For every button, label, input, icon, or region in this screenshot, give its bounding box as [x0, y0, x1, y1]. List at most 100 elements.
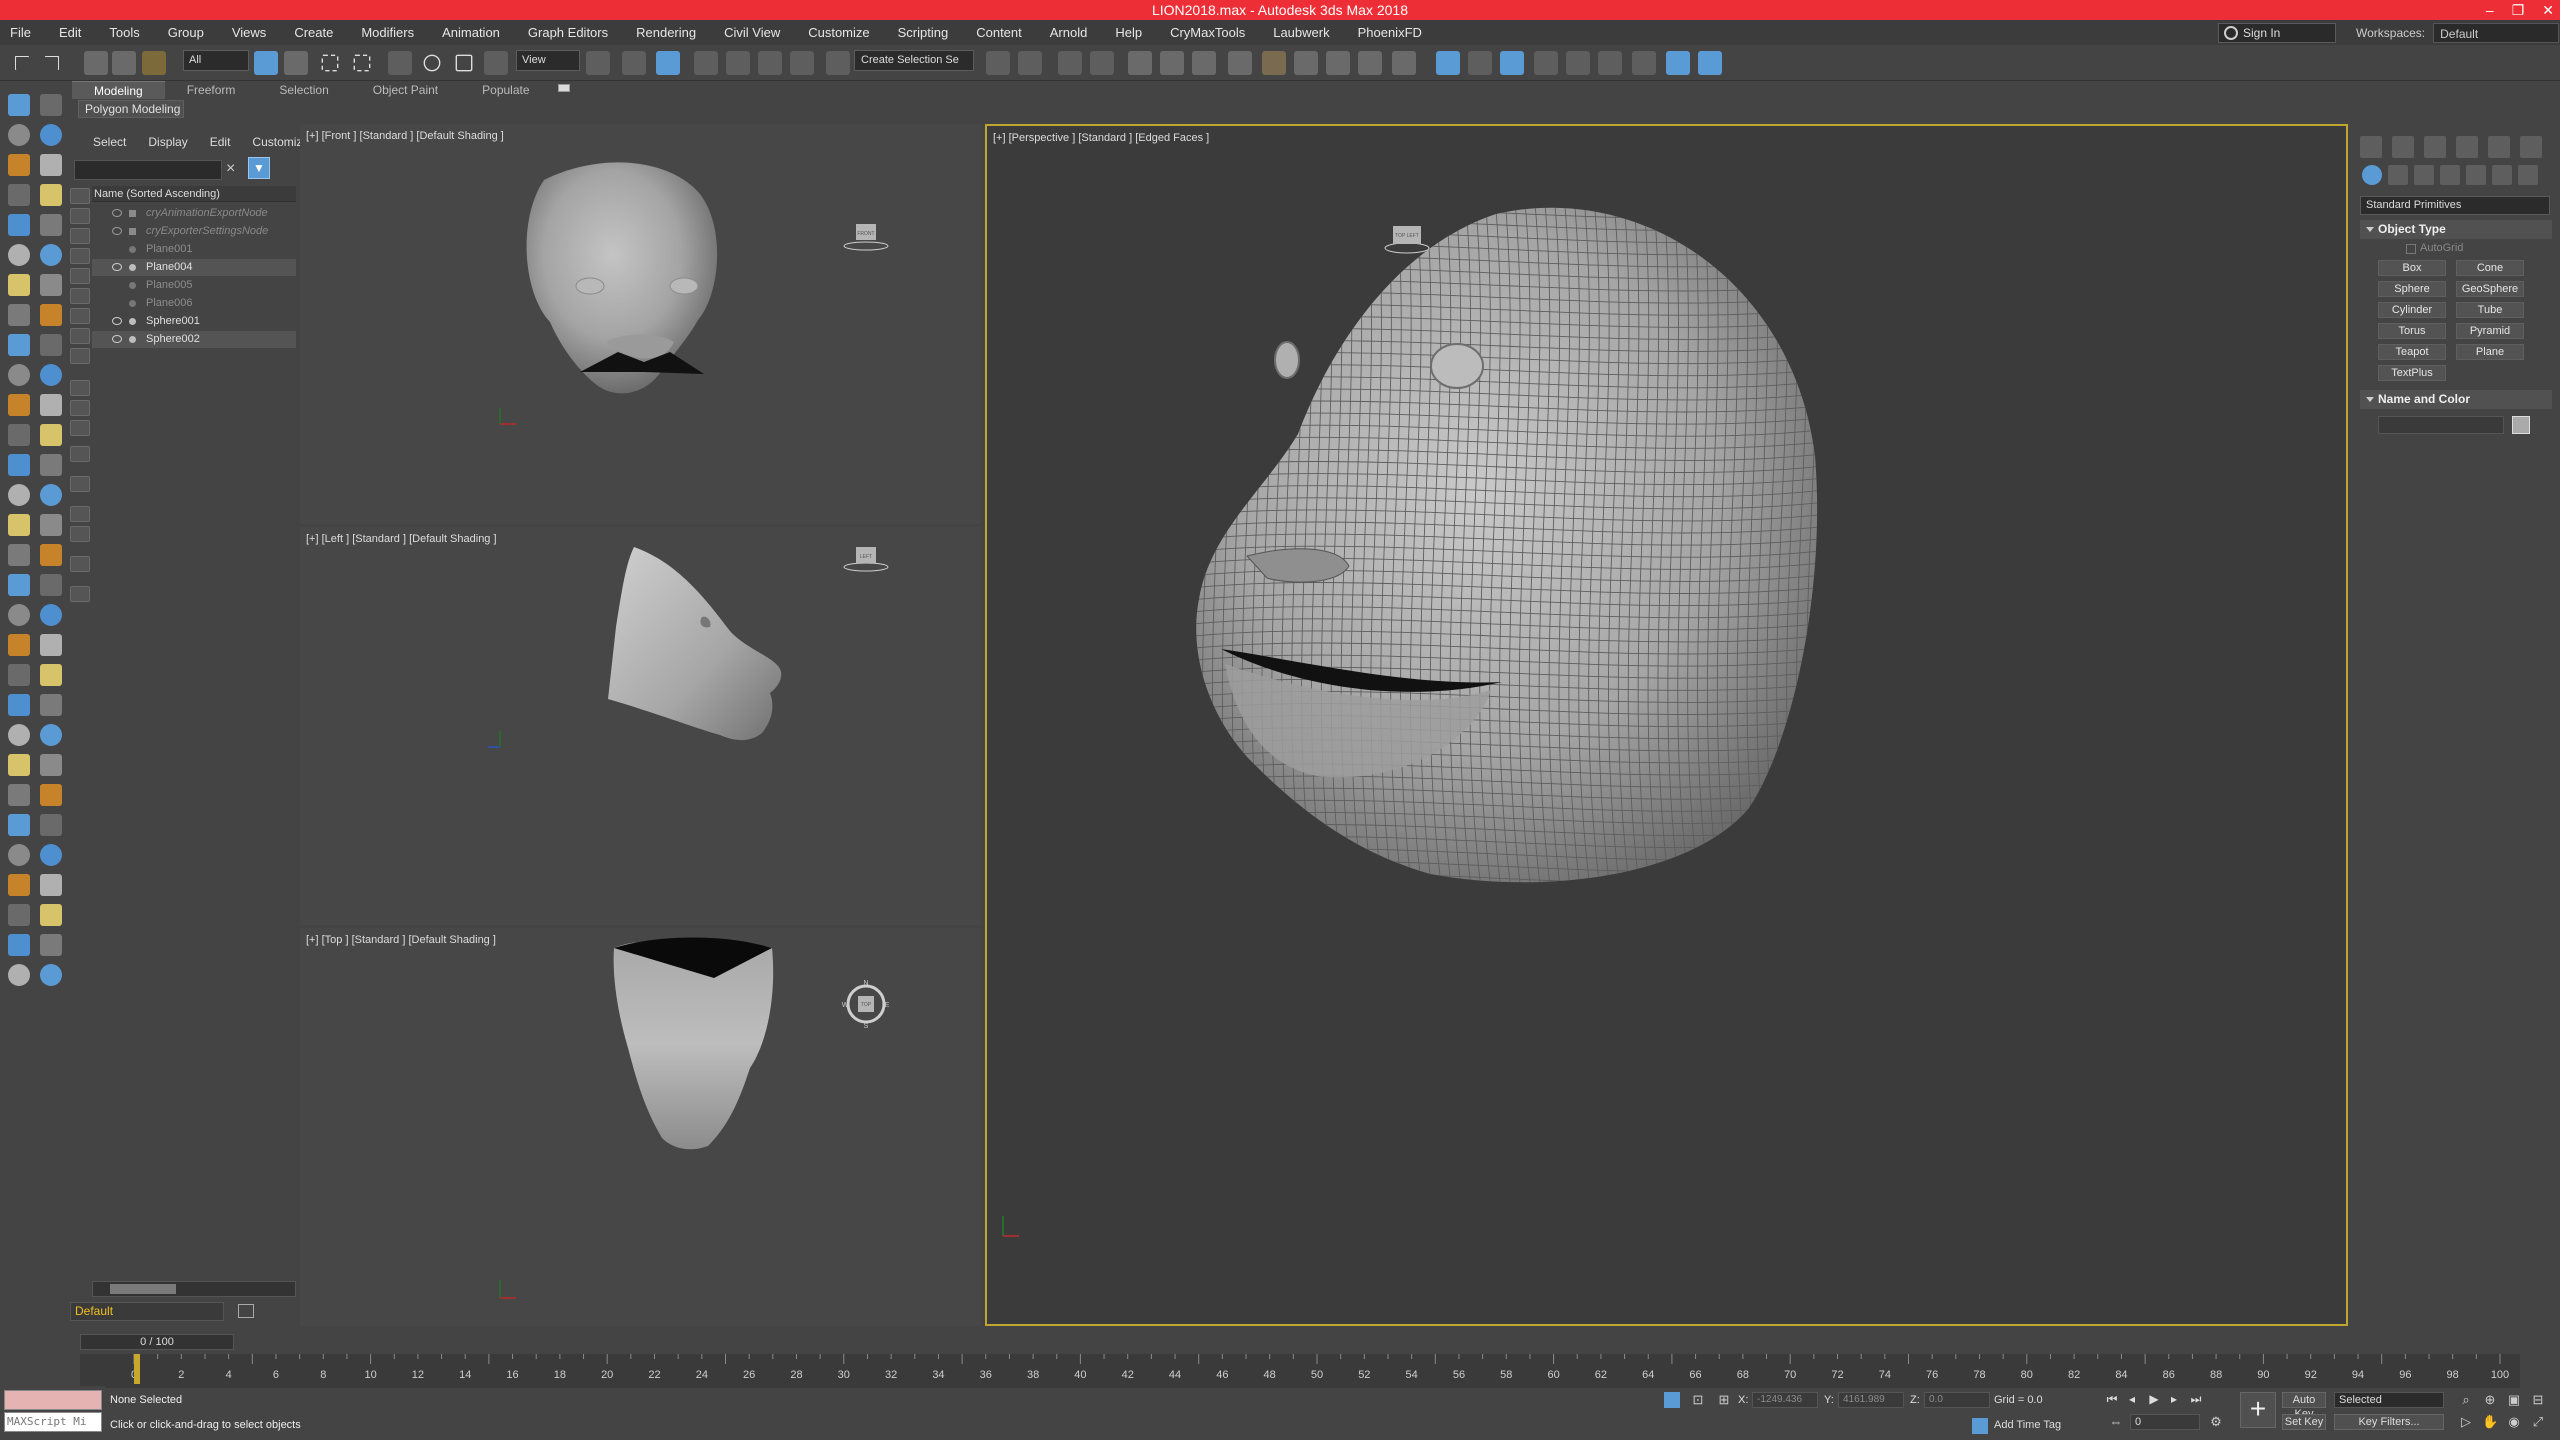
tool-palette-icon[interactable] — [40, 424, 62, 446]
visibility-icon[interactable] — [112, 335, 122, 343]
undo-icon[interactable] — [14, 55, 30, 71]
tool-palette-icon[interactable] — [8, 604, 30, 626]
tool-palette-icon[interactable] — [8, 694, 30, 716]
material-editor-icon[interactable] — [1228, 51, 1252, 75]
tool-palette-icon[interactable] — [40, 694, 62, 716]
tool-palette-icon[interactable] — [8, 814, 30, 836]
utilities-tab-icon[interactable] — [2520, 136, 2542, 158]
workspaces-dropdown[interactable]: Default — [2433, 23, 2560, 43]
phoenix-sim-icon[interactable] — [1666, 51, 1690, 75]
tool-palette-icon[interactable] — [40, 394, 62, 416]
tool-palette-icon[interactable] — [8, 124, 30, 146]
crymax-brush-icon[interactable] — [1632, 51, 1656, 75]
tool-palette-icon[interactable] — [8, 964, 30, 986]
box-button[interactable]: Box — [2378, 260, 2446, 276]
tool-palette-icon[interactable] — [40, 364, 62, 386]
menu-scripting[interactable]: Scripting — [898, 25, 949, 40]
isolate-selection-icon[interactable] — [1664, 1392, 1680, 1408]
viewcube[interactable]: LEFT — [843, 547, 889, 572]
tool-palette-icon[interactable] — [40, 754, 62, 776]
key-selection-set-dropdown[interactable]: Selected — [2334, 1392, 2444, 1408]
go-to-start-icon[interactable]: ⏮ — [2104, 1392, 2120, 1406]
teapot-button[interactable]: Teapot — [2378, 344, 2446, 360]
link-icon[interactable] — [84, 51, 108, 75]
keyboard-shortcut-override-icon[interactable] — [656, 51, 680, 75]
absolute-mode-icon[interactable]: ⊞ — [1716, 1392, 1732, 1408]
unlink-icon[interactable] — [112, 51, 136, 75]
mirror-icon[interactable] — [986, 51, 1010, 75]
lights-icon[interactable] — [2414, 165, 2434, 185]
tool-palette-icon[interactable] — [40, 154, 62, 176]
object-type-rollout[interactable]: Object Type — [2360, 220, 2552, 239]
tool-palette-icon[interactable] — [40, 274, 62, 296]
tool-palette-icon[interactable] — [8, 214, 30, 236]
bind-space-warp-icon[interactable] — [142, 51, 166, 75]
menu-tools[interactable]: Tools — [109, 25, 139, 40]
tool-palette-icon[interactable] — [8, 364, 30, 386]
snaps-toggle-icon[interactable] — [694, 51, 718, 75]
tool-palette-icon[interactable] — [40, 664, 62, 686]
menu-graph-editors[interactable]: Graph Editors — [528, 25, 608, 40]
tab-freeform[interactable]: Freeform — [165, 83, 258, 97]
viewport-left[interactable]: [+] [Left ] [Standard ] [Default Shading… — [300, 527, 981, 925]
menu-laubwerk[interactable]: Laubwerk — [1273, 25, 1329, 40]
display-invert-icon[interactable] — [70, 420, 90, 436]
tree-row[interactable]: cryExporterSettingsNode — [92, 223, 296, 240]
spinner-snap-icon[interactable] — [790, 51, 814, 75]
helpers-icon[interactable] — [2466, 165, 2486, 185]
explorer-menu-display[interactable]: Display — [137, 135, 198, 155]
previous-frame-icon[interactable]: ◂ — [2124, 1392, 2140, 1406]
tool-palette-icon[interactable] — [8, 904, 30, 926]
tool-palette-icon[interactable] — [8, 184, 30, 206]
time-tag-icon[interactable] — [1972, 1418, 1988, 1434]
tool-palette-icon[interactable] — [8, 874, 30, 896]
tool-palette-icon[interactable] — [8, 724, 30, 746]
visibility-icon[interactable] — [112, 209, 122, 217]
tool-palette-icon[interactable] — [40, 964, 62, 986]
tool-palette-icon[interactable] — [40, 784, 62, 806]
maximize-viewport-icon[interactable]: ⤢ — [2530, 1414, 2546, 1430]
menu-content[interactable]: Content — [976, 25, 1022, 40]
lock-selection-icon[interactable]: ⊡ — [1690, 1392, 1706, 1408]
tool-palette-icon[interactable] — [8, 514, 30, 536]
minimize-button[interactable]: – — [2486, 0, 2494, 20]
display-tab-icon[interactable] — [2488, 136, 2510, 158]
tool-palette-icon[interactable] — [40, 604, 62, 626]
menu-edit[interactable]: Edit — [59, 25, 81, 40]
viewport-front[interactable]: [+] [Front ] [Standard ] [Default Shadin… — [300, 124, 981, 524]
zoom-icon[interactable]: ⌕ — [2458, 1392, 2474, 1408]
zoom-all-icon[interactable]: ⊕ — [2482, 1392, 2498, 1408]
crymax-paint-icon[interactable] — [1534, 51, 1558, 75]
object-name-input[interactable] — [2378, 416, 2504, 434]
tree-row[interactable]: Plane005 — [92, 277, 296, 294]
visibility-icon[interactable] — [112, 263, 122, 271]
crymax-link-icon[interactable] — [1566, 51, 1590, 75]
render-in-cloud-icon[interactable] — [1358, 51, 1382, 75]
orbit-icon[interactable]: ◉ — [2506, 1414, 2522, 1430]
pyramid-button[interactable]: Pyramid — [2456, 323, 2524, 339]
cone-button[interactable]: Cone — [2456, 260, 2524, 276]
tool-palette-icon[interactable] — [8, 94, 30, 116]
tool-palette-icon[interactable] — [8, 304, 30, 326]
field-of-view-icon[interactable]: ▷ — [2458, 1414, 2474, 1430]
layers-icon[interactable] — [238, 1304, 254, 1318]
shapes-icon[interactable] — [2388, 165, 2408, 185]
move-icon[interactable] — [388, 51, 412, 75]
display-shapes-icon[interactable] — [70, 208, 90, 224]
set-keys-button[interactable]: + — [2240, 1392, 2276, 1428]
scene-explorer-column-header[interactable]: Name (Sorted Ascending) — [92, 186, 296, 202]
tool-palette-icon[interactable] — [8, 154, 30, 176]
tool-palette-icon[interactable] — [8, 934, 30, 956]
tool-palette-icon[interactable] — [8, 784, 30, 806]
angle-snap-icon[interactable] — [726, 51, 750, 75]
viewport-perspective[interactable]: [+] [Perspective ] [Standard ] [Edged Fa… — [985, 124, 2348, 1326]
viewcube[interactable]: FRONT — [843, 224, 889, 251]
menu-file[interactable]: File — [10, 25, 31, 40]
tool-palette-icon[interactable] — [40, 934, 62, 956]
reference-coordinate-dropdown[interactable]: View — [516, 50, 580, 71]
tool-palette-icon[interactable] — [40, 244, 62, 266]
tool-palette-icon[interactable] — [40, 844, 62, 866]
explorer-search-input[interactable] — [74, 160, 222, 180]
y-coordinate-field[interactable]: 4161.989 — [1838, 1392, 1904, 1408]
tool-palette-icon[interactable] — [8, 754, 30, 776]
